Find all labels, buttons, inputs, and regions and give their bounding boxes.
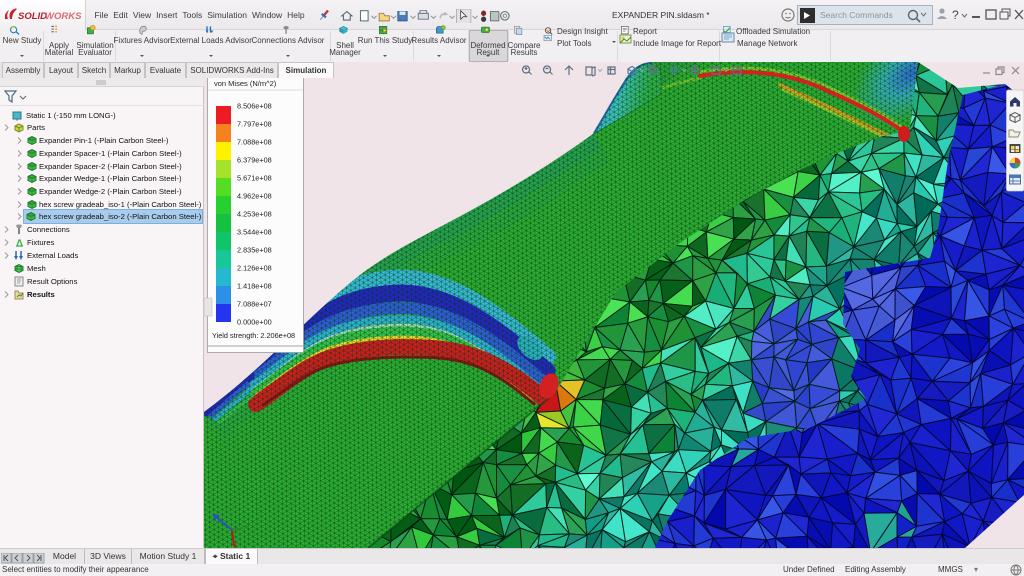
svg-text:?: ? (952, 8, 959, 22)
svg-text:8.506e+08: 8.506e+08 (237, 102, 272, 111)
svg-text:2.835e+08: 2.835e+08 (237, 246, 272, 255)
svg-text:7.088e+07: 7.088e+07 (237, 300, 272, 309)
svg-text:3.544e+08: 3.544e+08 (237, 228, 272, 237)
svg-text:WORKS: WORKS (45, 11, 82, 22)
svg-text:SOLID: SOLID (18, 11, 47, 22)
svg-text:von Mises (N/m^2): von Mises (N/m^2) (214, 79, 277, 88)
svg-text:2.126e+08: 2.126e+08 (237, 264, 272, 273)
svg-text:7.088e+08: 7.088e+08 (237, 138, 272, 147)
svg-text:1.418e+08: 1.418e+08 (237, 282, 272, 291)
svg-text:4.962e+08: 4.962e+08 (237, 192, 272, 201)
svg-text:4.253e+08: 4.253e+08 (237, 210, 272, 219)
svg-text:0.000e+00: 0.000e+00 (237, 318, 272, 327)
svg-text:6.379e+08: 6.379e+08 (237, 156, 272, 165)
svg-text:7.797e+08: 7.797e+08 (237, 120, 272, 129)
svg-text:5.671e+08: 5.671e+08 (237, 174, 272, 183)
svg-text:Yield strength: 2.206e+08: Yield strength: 2.206e+08 (212, 331, 295, 340)
